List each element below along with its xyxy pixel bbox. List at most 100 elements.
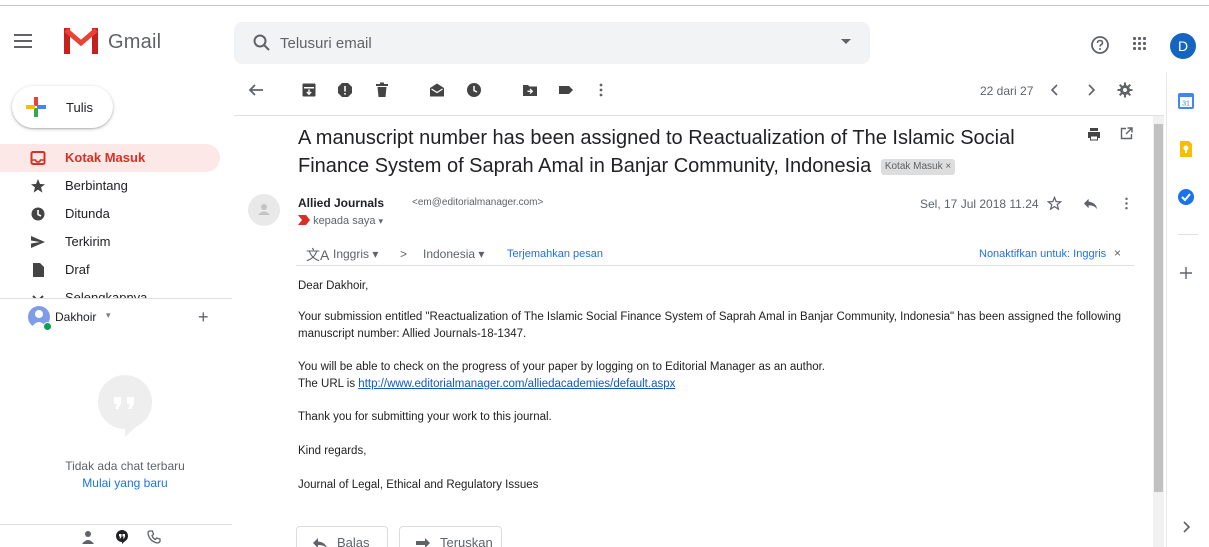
reply-button[interactable]: Balas: [296, 526, 388, 547]
forward-icon: [416, 538, 430, 547]
message-counter: 22 dari 27: [980, 84, 1034, 98]
delete-icon[interactable]: [374, 82, 390, 98]
chevron-right-icon[interactable]: [1083, 82, 1099, 98]
star-icon: [31, 179, 45, 193]
sidebar-item-label: Ditunda: [65, 206, 110, 221]
source-language-select[interactable]: Inggris ▾: [333, 247, 378, 261]
hangouts-user-name: Dakhoir: [55, 310, 97, 324]
main-menu-icon[interactable]: [14, 34, 32, 48]
sender-avatar[interactable]: [248, 194, 280, 226]
inbox-label-chip[interactable]: Kotak Masuk ×: [880, 159, 956, 175]
reply-icon: [313, 538, 327, 547]
inbox-icon: [30, 151, 46, 165]
email-paragraph: Kind regards,: [298, 445, 367, 457]
archive-icon[interactable]: [301, 82, 317, 98]
recipients-toggle[interactable]: kepada saya ▾: [298, 215, 383, 227]
compose-plus-icon: [26, 97, 46, 117]
close-icon[interactable]: ×: [1114, 246, 1121, 260]
editorial-manager-link[interactable]: http://www.editorialmanager.com/alliedac…: [358, 378, 675, 390]
divider: [0, 524, 232, 525]
compose-label: Tulis: [66, 100, 93, 115]
search-icon[interactable]: [252, 33, 272, 53]
phone-icon[interactable]: [147, 530, 161, 544]
contacts-icon[interactable]: [81, 530, 95, 544]
search-options-icon[interactable]: [841, 39, 851, 44]
search-input[interactable]: [280, 22, 800, 64]
app-name: Gmail: [108, 31, 162, 53]
sidebar-item-label: Kotak Masuk: [65, 150, 146, 165]
more-vert-icon[interactable]: [1119, 196, 1134, 211]
add-addon-icon[interactable]: [1177, 264, 1195, 282]
star-outline-icon[interactable]: [1047, 196, 1062, 211]
email-signature: Journal of Legal, Ethical and Regulatory…: [298, 479, 539, 491]
source-language: Inggris: [333, 247, 370, 261]
sidebar-item-inbox[interactable]: Kotak Masuk: [0, 144, 220, 172]
open-in-new-window-icon[interactable]: [1120, 127, 1133, 140]
calendar-icon[interactable]: 31: [1177, 92, 1195, 110]
translate-message-link[interactable]: Terjemahkan pesan: [507, 248, 603, 260]
disable-translation-link[interactable]: Nonaktifkan untuk: Inggris: [979, 248, 1106, 260]
chat-bubble-icon: [98, 375, 152, 437]
tasks-icon[interactable]: [1177, 188, 1195, 206]
sidebar-item-snoozed[interactable]: Ditunda: [0, 200, 220, 228]
draft-icon: [33, 263, 44, 277]
header: Gmail D: [0, 7, 1209, 72]
new-chat-icon[interactable]: +: [198, 307, 209, 328]
label-icon[interactable]: [558, 82, 574, 98]
sender-name[interactable]: Allied Journals: [298, 196, 384, 210]
back-arrow-icon[interactable]: [248, 82, 264, 98]
sidebar-item-label: Berbintang: [65, 178, 128, 193]
snooze-icon[interactable]: [466, 82, 482, 98]
account-avatar[interactable]: D: [1170, 33, 1196, 59]
email-greeting: Dear Dakhoir,: [298, 280, 369, 292]
chevron-right-icon: >: [400, 247, 408, 261]
compose-button[interactable]: Tulis: [12, 86, 113, 128]
chevron-right-icon[interactable]: [1177, 518, 1195, 536]
chevron-down-icon[interactable]: ▾: [106, 310, 111, 321]
person-icon: [258, 204, 270, 215]
email-text: You will be able to check on the progres…: [298, 361, 825, 373]
start-new-chat-link[interactable]: Mulai yang baru: [0, 476, 250, 490]
svg-text:31: 31: [1182, 101, 1190, 108]
print-icon[interactable]: [1087, 127, 1101, 141]
help-icon[interactable]: [1090, 35, 1110, 55]
reply-label: Balas: [337, 535, 370, 547]
forward-button[interactable]: Teruskan: [399, 526, 502, 547]
translate-icon: 文A: [306, 247, 330, 263]
sidebar-item-label: Terkirim: [65, 234, 111, 249]
sidebar-item-more[interactable]: Selengkapnya: [0, 284, 220, 298]
hangouts-chat-icon[interactable]: [115, 530, 129, 544]
window-top-edge: [0, 0, 1209, 6]
search-box[interactable]: [234, 22, 870, 64]
mark-unread-icon[interactable]: [429, 82, 445, 98]
scrollbar-thumb[interactable]: [1154, 124, 1163, 492]
settings-gear-icon[interactable]: [1117, 82, 1133, 98]
keep-icon[interactable]: [1177, 140, 1195, 158]
sender-email: <em@editorialmanager.com>: [412, 197, 544, 208]
hangouts-user[interactable]: Dakhoir ▾ +: [28, 306, 218, 331]
recipients-text: kepada saya: [313, 215, 376, 227]
forward-label: Teruskan: [440, 535, 493, 547]
sidebar-item-sent[interactable]: Terkirim: [0, 228, 220, 256]
move-to-icon[interactable]: [522, 82, 538, 98]
email-text: The URL is: [298, 378, 359, 390]
sidebar-item-drafts[interactable]: Draf: [0, 256, 220, 284]
chevron-down-icon[interactable]: ▾: [379, 216, 384, 226]
email-date: Sel, 17 Jul 2018 11.24: [920, 197, 1039, 211]
online-status-dot: [43, 322, 52, 331]
gmail-logo-icon[interactable]: [64, 28, 98, 54]
chevron-left-icon[interactable]: [1047, 82, 1063, 98]
translate-bar: 文A Inggris ▾ > Indonesia ▾ Terjemahkan p…: [296, 238, 1134, 266]
apps-grid-icon[interactable]: [1133, 37, 1147, 51]
divider: [234, 115, 1164, 116]
email-paragraph: You will be able to check on the progres…: [298, 359, 1148, 393]
sidebar-item-starred[interactable]: Berbintang: [0, 172, 220, 200]
reply-icon[interactable]: [1083, 196, 1098, 211]
more-vert-icon[interactable]: [593, 82, 609, 98]
report-spam-icon[interactable]: [337, 82, 353, 98]
divider: [1178, 234, 1198, 235]
sidebar-item-label: Draf: [65, 262, 90, 277]
important-marker-icon[interactable]: [298, 215, 310, 225]
target-language-select[interactable]: Indonesia ▾: [423, 247, 484, 261]
chevron-down-icon: [32, 295, 44, 298]
